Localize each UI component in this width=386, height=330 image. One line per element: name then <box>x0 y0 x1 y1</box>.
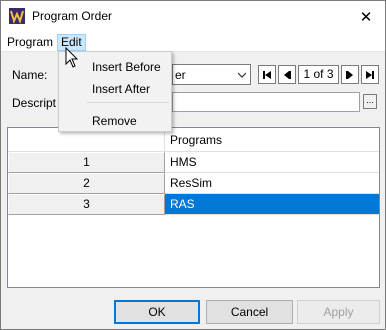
first-record-button[interactable] <box>258 65 276 84</box>
description-field[interactable] <box>172 92 360 112</box>
description-browse-button[interactable]: ... <box>363 94 377 109</box>
name-combobox[interactable]: er <box>172 64 251 85</box>
app-logo-icon <box>9 8 25 24</box>
program-cell[interactable]: HMS <box>165 152 379 173</box>
next-record-button[interactable] <box>341 65 359 84</box>
table-row[interactable]: 1 HMS <box>8 152 379 173</box>
chevron-down-icon <box>238 72 246 78</box>
menu-item-insert-after[interactable]: Insert After <box>92 81 150 97</box>
close-button[interactable]: ✕ <box>347 1 385 32</box>
row-number[interactable]: 2 <box>8 173 165 194</box>
next-icon <box>346 70 353 79</box>
mouse-cursor-icon <box>65 47 79 68</box>
menu-item-insert-before[interactable]: Insert Before <box>92 59 161 75</box>
menu-item-remove[interactable]: Remove <box>92 113 137 129</box>
title-bar: Program Order ✕ <box>1 1 385 32</box>
previous-record-button[interactable] <box>278 65 296 84</box>
ok-button[interactable]: OK <box>114 300 200 324</box>
apply-button[interactable]: Apply <box>297 300 380 324</box>
program-cell[interactable]: RAS <box>165 194 379 215</box>
table-row-selected[interactable]: 3 RAS <box>8 194 379 215</box>
program-order-dialog: Program Order ✕ Program Edit Name: er 1 … <box>0 0 386 330</box>
menu-separator <box>87 102 169 103</box>
cancel-button[interactable]: Cancel <box>206 300 293 324</box>
last-record-button[interactable] <box>361 65 379 84</box>
row-number[interactable]: 1 <box>8 152 165 173</box>
menu-bar: Program Edit <box>1 32 385 52</box>
program-cell[interactable]: ResSim <box>165 173 379 194</box>
record-position: 1 of 3 <box>298 65 339 84</box>
programs-column-header[interactable]: Programs <box>170 133 222 147</box>
description-label: Descript <box>12 96 57 110</box>
name-combobox-value: er <box>175 68 186 82</box>
last-icon <box>366 70 374 79</box>
first-icon <box>263 70 271 79</box>
previous-icon <box>284 70 291 79</box>
name-label: Name: <box>12 68 48 82</box>
table-row[interactable]: 2 ResSim <box>8 173 379 194</box>
programs-table: Programs 1 HMS 2 ResSim 3 RAS <box>7 127 380 288</box>
window-title: Program Order <box>32 9 113 23</box>
menu-program[interactable]: Program <box>4 34 56 50</box>
row-number[interactable]: 3 <box>8 194 165 215</box>
